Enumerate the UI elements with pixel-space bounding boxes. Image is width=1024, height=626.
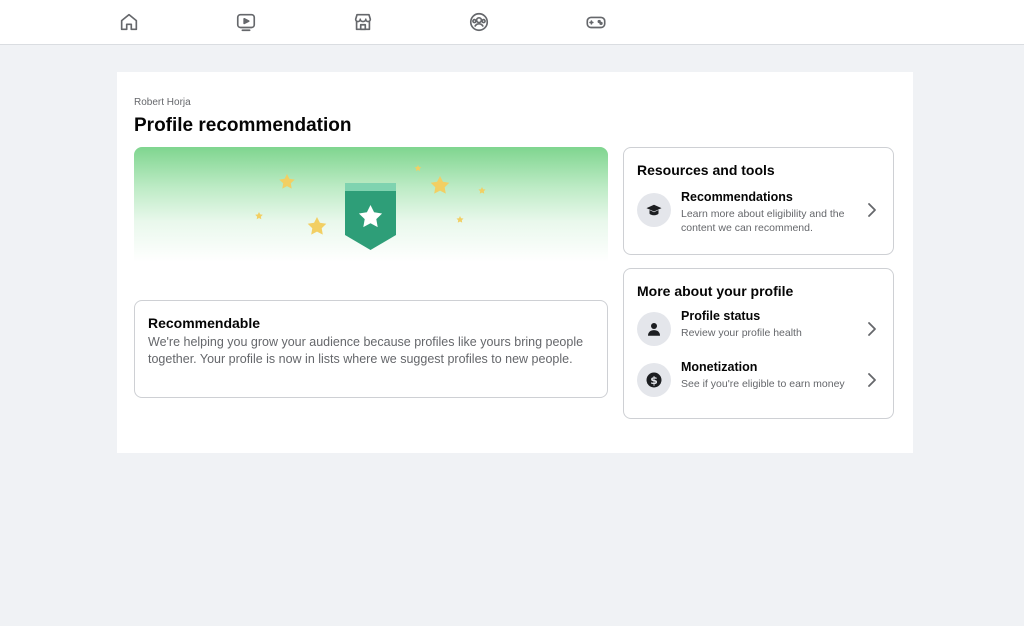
star-icon [430, 176, 450, 194]
star-icon [456, 216, 464, 223]
home-icon[interactable] [116, 9, 142, 35]
resources-heading: Resources and tools [637, 162, 775, 178]
groups-icon[interactable] [466, 9, 492, 35]
dollar-icon: $ [637, 363, 671, 397]
recommendation-status-card: Recommendable We're helping you grow you… [134, 300, 608, 398]
star-icon [279, 174, 295, 189]
main-panel: Robert Horja Profile recommendation Reco… [117, 72, 913, 453]
recommendations-title: Recommendations [681, 190, 793, 204]
chevron-right-icon [868, 373, 876, 387]
recommendations-subtitle: Learn more about eligibility and the con… [681, 208, 845, 234]
monetization-subtitle: See if you're eligible to earn money [681, 378, 845, 390]
profile-owner-name: Robert Horja [134, 97, 191, 108]
chevron-right-icon [868, 203, 876, 217]
svg-text:$: $ [650, 374, 658, 387]
graduation-cap-icon [637, 193, 671, 227]
hero-illustration-graphic [255, 165, 486, 250]
badge-icon [345, 183, 396, 250]
monetization-link[interactable]: $ Monetization See if you're eligible to… [624, 360, 893, 400]
marketplace-icon[interactable] [350, 9, 376, 35]
resources-and-tools-card: Resources and tools Recommendations Lear… [623, 147, 894, 255]
more-about-profile-heading: More about your profile [637, 283, 794, 299]
star-icon [414, 165, 422, 171]
top-navigation-bar [0, 0, 1024, 45]
profile-status-subtitle: Review your profile health [681, 327, 802, 339]
status-title: Recommendable [148, 315, 261, 331]
page-title: Profile recommendation [134, 115, 352, 136]
monetization-title: Monetization [681, 360, 758, 374]
star-icon [478, 187, 486, 194]
gaming-icon[interactable] [583, 9, 609, 35]
more-about-profile-card: More about your profile Profile status R… [623, 268, 894, 419]
profile-status-title: Profile status [681, 309, 761, 323]
star-icon [307, 217, 327, 235]
video-icon[interactable] [233, 9, 259, 35]
profile-status-link[interactable]: Profile status Review your profile healt… [624, 309, 893, 349]
star-icon [255, 212, 263, 220]
recommendation-hero-illustration [134, 147, 608, 262]
recommendations-link[interactable]: Recommendations Learn more about eligibi… [624, 190, 893, 234]
chevron-right-icon [868, 322, 876, 336]
person-icon [637, 312, 671, 346]
status-description: We're helping you grow your audience bec… [148, 335, 584, 366]
